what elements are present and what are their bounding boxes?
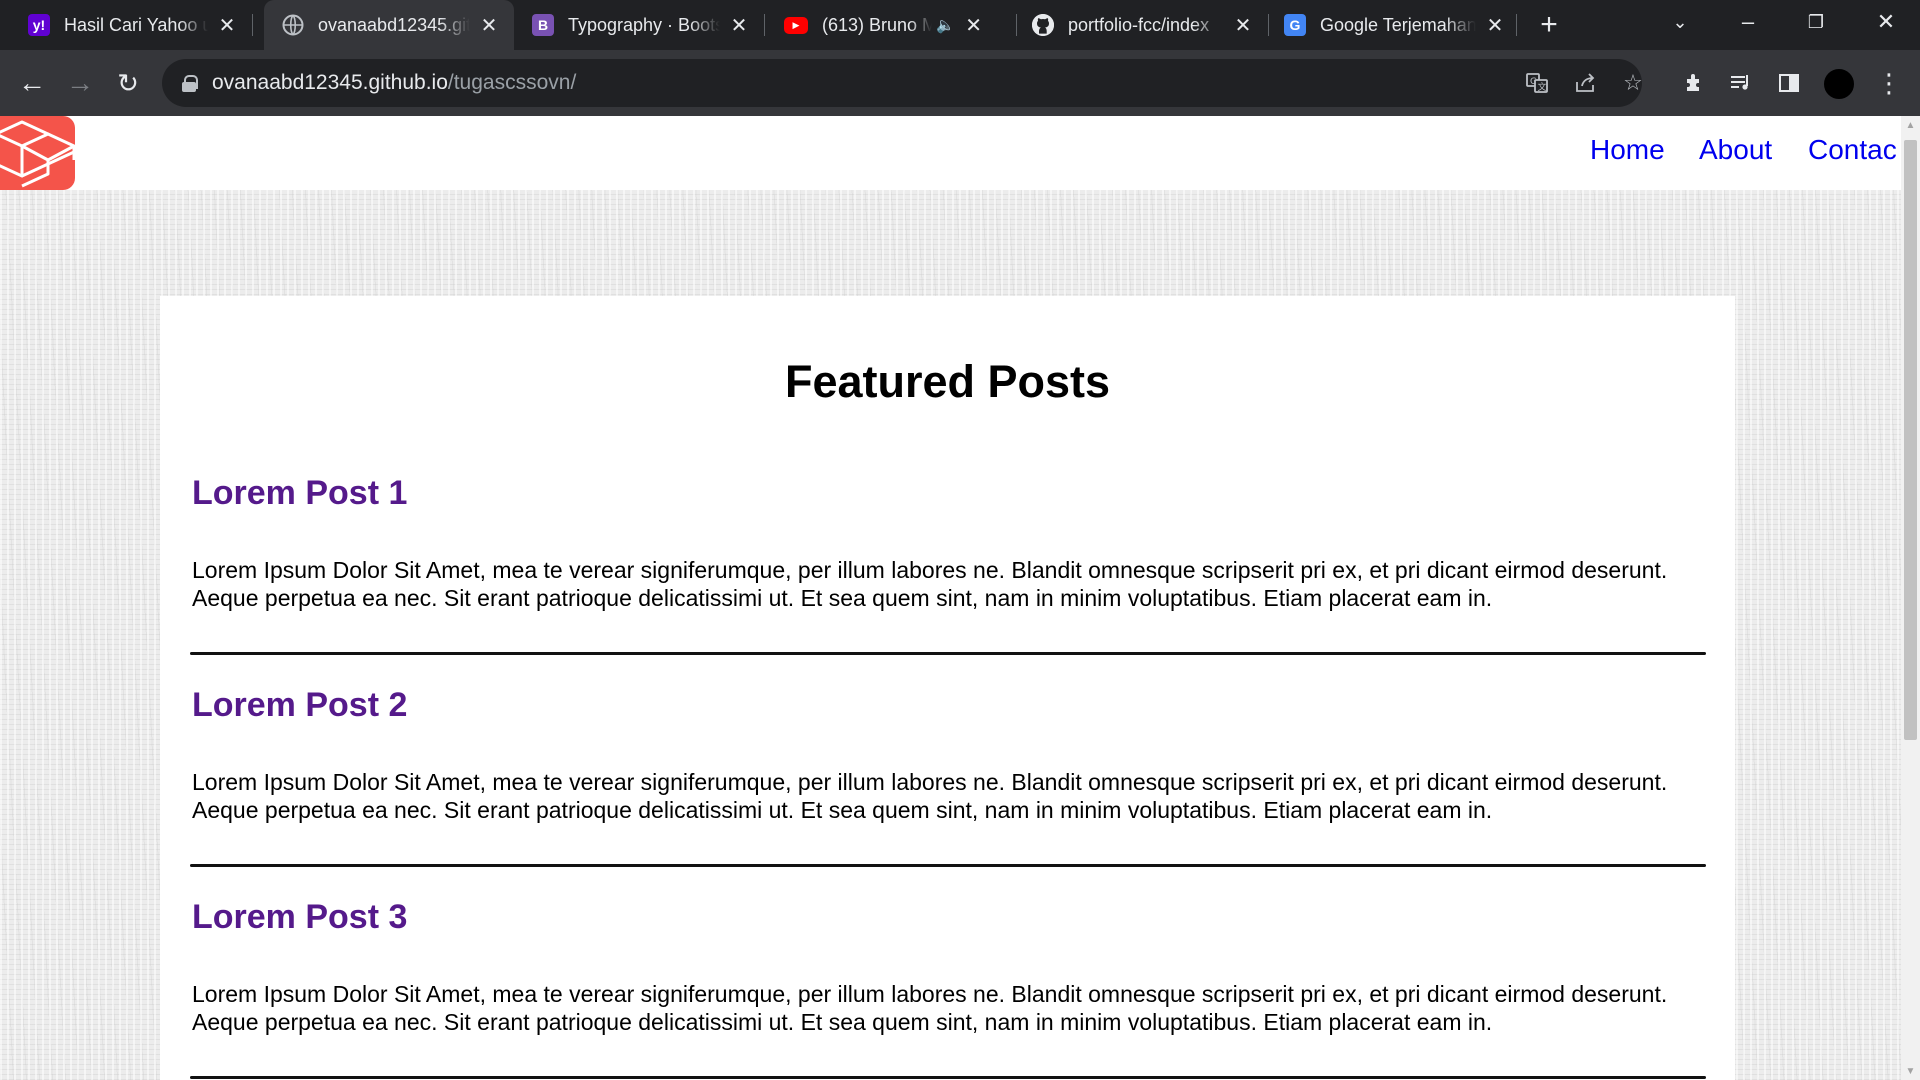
tab-yahoo[interactable]: y! Hasil Cari Yahoo untuk ✕ bbox=[0, 8, 252, 42]
site-header: Home About Contac bbox=[0, 116, 1901, 190]
tab-title: Hasil Cari Yahoo untuk bbox=[64, 14, 208, 35]
minimize-icon[interactable]: – bbox=[1718, 0, 1778, 44]
close-tab-icon[interactable]: ✕ bbox=[963, 14, 985, 37]
back-icon[interactable]: ← bbox=[12, 63, 52, 103]
restore-icon[interactable]: ❐ bbox=[1786, 0, 1846, 44]
tab-separator bbox=[1516, 14, 1517, 36]
url-path: /tugascssovn/ bbox=[447, 71, 577, 94]
tab-separator bbox=[1016, 14, 1017, 36]
extensions-icon[interactable] bbox=[1680, 68, 1710, 98]
svg-text:文: 文 bbox=[1538, 81, 1547, 93]
nav-contact-link[interactable]: Contac bbox=[1808, 134, 1897, 166]
close-tab-icon[interactable]: ✕ bbox=[478, 14, 500, 37]
lock-icon[interactable] bbox=[182, 75, 198, 92]
browser-toolbar: ← → ↻ ovanaabd12345.github.io/tugascssov… bbox=[0, 50, 1920, 116]
youtube-icon: ▶ bbox=[784, 16, 808, 34]
scroll-down-arrow-icon[interactable]: ▼ bbox=[1901, 1062, 1920, 1080]
featured-posts-card: Featured Posts Lorem Post 1 Lorem Ipsum … bbox=[160, 296, 1735, 1080]
tab-separator bbox=[1268, 14, 1269, 36]
close-tab-icon[interactable]: ✕ bbox=[216, 14, 238, 37]
bootstrap-icon: B bbox=[532, 14, 554, 36]
tab-title: ovanaabd12345.github.io bbox=[318, 14, 470, 35]
github-icon bbox=[1032, 14, 1054, 36]
vertical-scrollbar[interactable]: ▲ ▼ bbox=[1901, 116, 1920, 1080]
tab-title: portfolio-fcc/index bbox=[1068, 14, 1210, 35]
forward-icon[interactable]: → bbox=[60, 63, 100, 103]
tab-title: (613) Bruno Mars bbox=[822, 14, 932, 35]
close-tab-icon[interactable]: ✕ bbox=[728, 14, 750, 37]
post-divider bbox=[190, 1076, 1706, 1079]
tab-bootstrap[interactable]: B Typography · Bootstrap ✕ bbox=[514, 8, 764, 42]
tab-search-icon[interactable]: ⌄ bbox=[1650, 0, 1710, 44]
post-body: Lorem Ipsum Dolor Sit Amet, mea te verea… bbox=[192, 769, 1668, 823]
translate-icon[interactable]: G文 bbox=[1522, 68, 1552, 98]
close-tab-icon[interactable]: ✕ bbox=[1232, 14, 1254, 37]
globe-icon bbox=[282, 14, 304, 36]
tab-separator bbox=[252, 14, 253, 36]
page-viewport: Home About Contac Featured Posts Lorem P… bbox=[0, 116, 1901, 1080]
post-divider bbox=[190, 864, 1706, 867]
address-bar[interactable]: ovanaabd12345.github.io/tugascssovn/ G文 … bbox=[162, 59, 1643, 107]
profile-avatar[interactable] bbox=[1822, 67, 1856, 101]
share-icon[interactable] bbox=[1570, 68, 1600, 98]
tab-title: Google Terjemahan bbox=[1320, 14, 1476, 35]
new-tab-button[interactable]: + bbox=[1532, 8, 1566, 42]
side-panel-icon[interactable] bbox=[1774, 68, 1804, 98]
tab-youtube[interactable]: ▶ (613) Bruno Mars 🔈 ✕ bbox=[766, 8, 1016, 42]
tab-ovanaabd12345-active[interactable]: ovanaabd12345.github.io ✕ bbox=[264, 0, 514, 50]
nav-about-link[interactable]: About bbox=[1699, 134, 1772, 166]
scrollbar-thumb[interactable] bbox=[1904, 140, 1917, 740]
post-body: Lorem Ipsum Dolor Sit Amet, mea te verea… bbox=[192, 981, 1668, 1035]
page-title: Featured Posts bbox=[784, 356, 1111, 407]
menu-kebab-icon[interactable]: ⋮ bbox=[1874, 68, 1904, 98]
nav-home-link[interactable]: Home bbox=[1590, 134, 1665, 166]
scroll-up-arrow-icon[interactable]: ▲ bbox=[1901, 116, 1920, 134]
post-body: Lorem Ipsum Dolor Sit Amet, mea te verea… bbox=[192, 557, 1668, 611]
tab-separator bbox=[764, 14, 765, 36]
speaker-icon[interactable]: 🔈 bbox=[936, 16, 955, 34]
post-title[interactable]: Lorem Post 1 bbox=[192, 474, 407, 513]
post-title[interactable]: Lorem Post 3 bbox=[192, 898, 407, 937]
url-host: ovanaabd12345.github.io bbox=[212, 71, 448, 94]
tab-google-translate[interactable]: G Google Terjemahan ✕ bbox=[1270, 8, 1520, 42]
close-window-icon[interactable]: ✕ bbox=[1856, 0, 1916, 44]
close-tab-icon[interactable]: ✕ bbox=[1484, 14, 1506, 37]
tab-github[interactable]: portfolio-fcc/index ✕ bbox=[1018, 8, 1268, 42]
post-divider bbox=[190, 652, 1706, 655]
yahoo-icon: y! bbox=[28, 14, 50, 36]
laravel-logo[interactable] bbox=[0, 116, 75, 190]
tab-strip: y! Hasil Cari Yahoo untuk ✕ ovanaabd1234… bbox=[0, 0, 1920, 50]
tab-title: Typography · Bootstrap bbox=[568, 14, 720, 35]
media-queue-icon[interactable] bbox=[1726, 68, 1756, 98]
reload-icon[interactable]: ↻ bbox=[108, 63, 148, 103]
bookmark-star-icon[interactable]: ☆ bbox=[1618, 68, 1648, 98]
post-title[interactable]: Lorem Post 2 bbox=[192, 686, 407, 725]
google-translate-icon: G bbox=[1284, 14, 1306, 36]
